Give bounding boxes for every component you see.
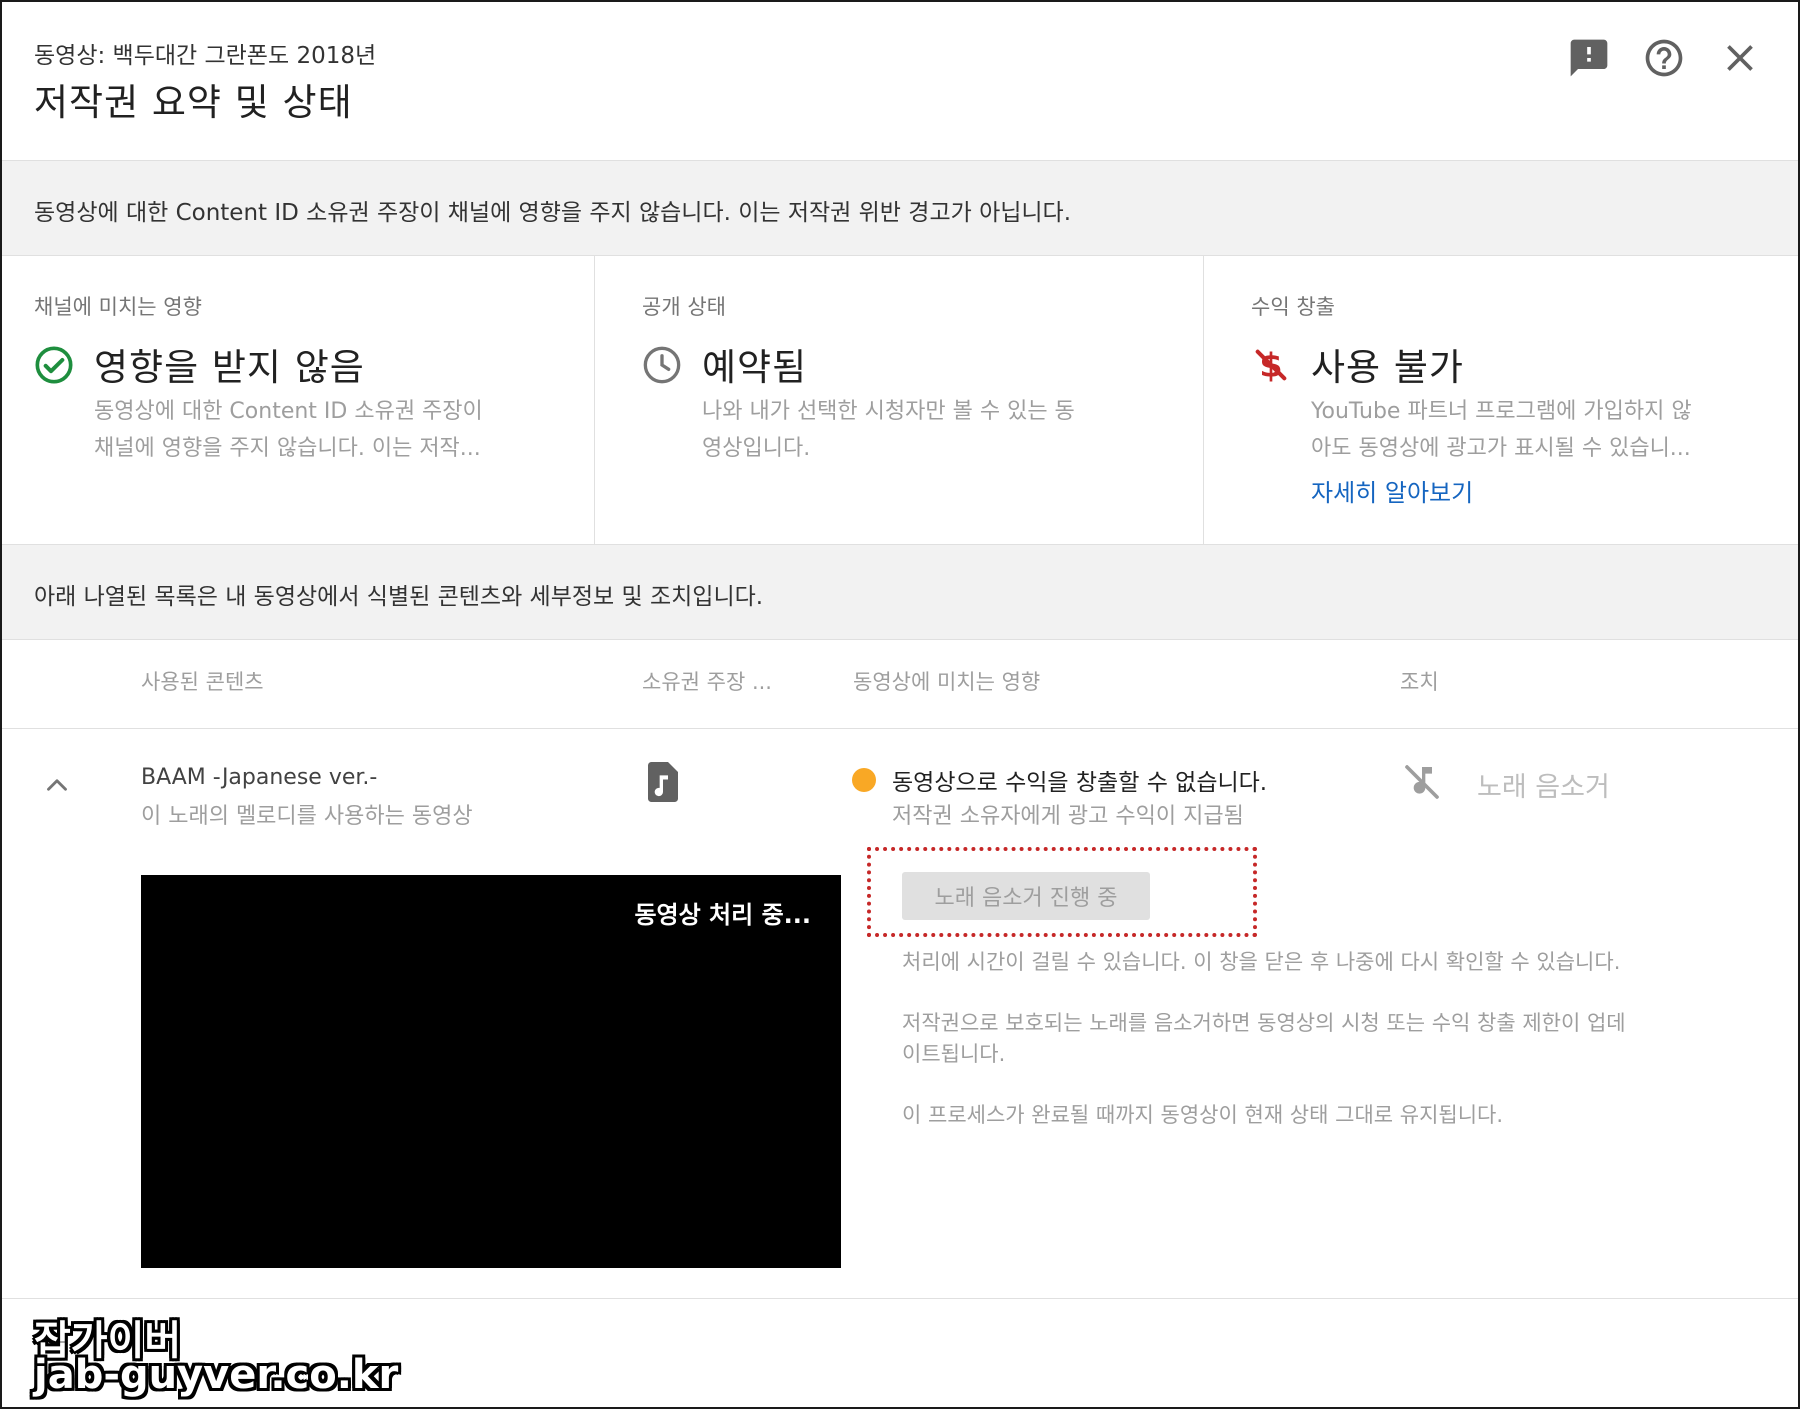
status-note: 이 프로세스가 완료될 때까지 동영상이 현재 상태 그대로 유지됩니다. (902, 1103, 1504, 1127)
chevron-up-icon[interactable] (40, 768, 74, 802)
card-label: 수익 창출 (1251, 295, 1335, 319)
card-description: YouTube 파트너 프로그램에 가입하지 않 아도 동영상에 광고가 표시될… (1311, 399, 1692, 461)
highlight-outline (867, 847, 1257, 937)
impact-title: 동영상으로 수익을 창출할 수 없습니다. (892, 770, 1268, 796)
dialog-title: 저작권 요약 및 상태 (34, 81, 353, 124)
music-note-icon (648, 762, 678, 802)
mute-song-action[interactable]: 노래 음소거 (1477, 765, 1610, 804)
monetization-card: 수익 창출 $ 사용 불가 YouTube 파트너 프로그램에 가입하지 않 아… (1219, 255, 1798, 545)
card-title: 사용 불가 (1311, 346, 1464, 389)
column-header-content: 사용된 콘텐츠 (141, 670, 264, 694)
channel-impact-card: 채널에 미치는 영향 영향을 받지 않음 동영상에 대한 Content ID … (2, 255, 594, 545)
mute-note-line1: 저작권으로 보호되는 노래를 음소거하면 동영상의 시청 또는 수익 창출 제한… (902, 1011, 1626, 1035)
list-info-text: 아래 나열된 목록은 내 동영상에서 식별된 콘텐츠와 세부정보 및 조치입니다… (34, 584, 764, 610)
card-title: 영향을 받지 않음 (94, 346, 365, 389)
list-info-banner: 아래 나열된 목록은 내 동영상에서 식별된 콘텐츠와 세부정보 및 조치입니다… (2, 544, 1798, 640)
status-dot (852, 768, 876, 792)
claim-info-text: 동영상에 대한 Content ID 소유권 주장이 채널에 영향을 주지 않습… (34, 200, 1072, 226)
card-label: 공개 상태 (642, 295, 726, 319)
close-icon[interactable] (1718, 36, 1762, 80)
column-header-action: 조치 (1400, 670, 1439, 694)
visibility-card: 공개 상태 예약됨 나와 내가 선택한 시청자만 볼 수 있는 동 영상입니다. (610, 255, 1202, 545)
row-divider (2, 1298, 1798, 1299)
video-subtitle: 동영상: 백두대간 그란폰도 2018년 (34, 43, 377, 69)
divider (1203, 255, 1204, 545)
video-processing-label: 동영상 처리 중... (634, 901, 811, 929)
help-icon[interactable] (1642, 36, 1686, 80)
card-title: 예약됨 (702, 346, 808, 389)
table-header-divider (2, 728, 1798, 729)
claim-info-banner: 동영상에 대한 Content ID 소유권 주장이 채널에 영향을 주지 않습… (2, 160, 1798, 256)
content-title: BAAM -Japanese ver.- (141, 765, 378, 790)
impact-subtitle: 저작권 소유자에게 광고 수익이 지급됨 (892, 804, 1244, 829)
feedback-icon[interactable] (1567, 36, 1611, 80)
video-preview: 동영상 처리 중... (141, 875, 841, 1268)
column-header-impact: 동영상에 미치는 영향 (853, 670, 1041, 694)
mute-note-line2: 이트됩니다. (902, 1042, 1006, 1066)
watermark-url: jab-guyver.co.kr (34, 1352, 399, 1398)
card-description: 동영상에 대한 Content ID 소유권 주장이 채널에 영향을 주지 않습… (94, 399, 483, 461)
check-circle-icon (35, 346, 73, 384)
content-subtitle: 이 노래의 멜로디를 사용하는 동영상 (141, 804, 473, 829)
no-money-icon: $ (1255, 346, 1287, 385)
card-label: 채널에 미치는 영향 (34, 295, 202, 319)
column-header-claim: 소유권 주장 ... (642, 670, 772, 694)
card-description: 나와 내가 선택한 시청자만 볼 수 있는 동 영상입니다. (702, 399, 1075, 461)
learn-more-link[interactable]: 자세히 알아보기 (1311, 473, 1473, 508)
divider (594, 255, 595, 545)
copyright-dialog: 동영상: 백두대간 그란폰도 2018년 저작권 요약 및 상태 동영상에 대한… (0, 0, 1800, 1409)
music-off-icon[interactable] (1402, 762, 1442, 802)
clock-icon (643, 346, 681, 384)
processing-note: 처리에 시간이 걸릴 수 있습니다. 이 창을 닫은 후 나중에 다시 확인할 … (902, 950, 1621, 974)
